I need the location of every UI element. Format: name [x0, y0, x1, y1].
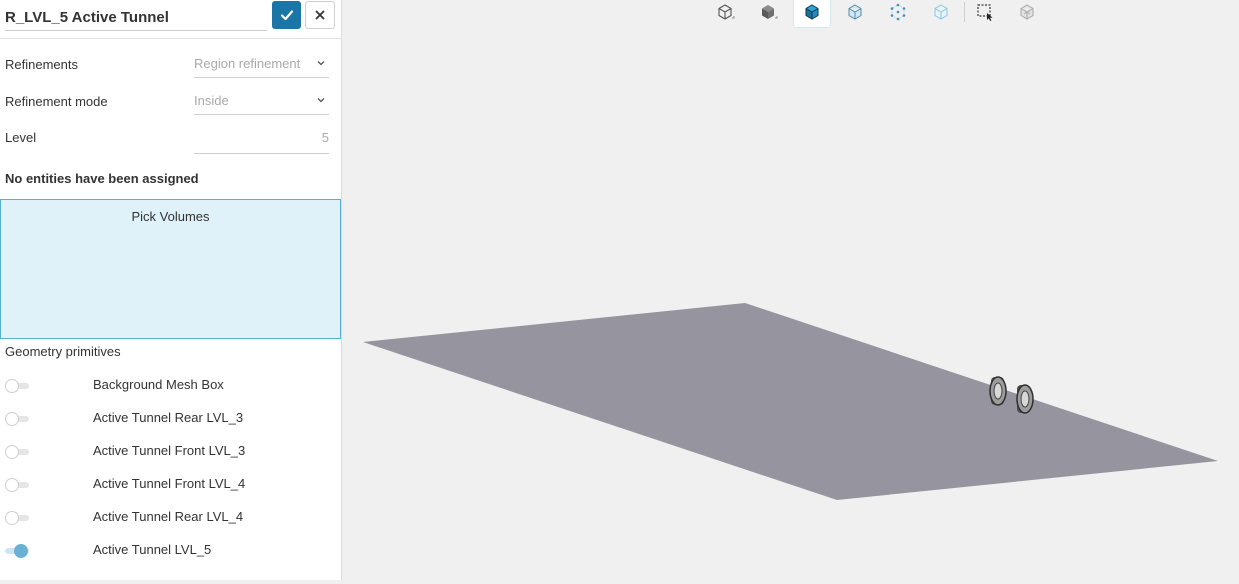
- primitive-toggle[interactable]: [5, 411, 29, 427]
- level-value: 5: [321, 130, 329, 145]
- primitive-row[interactable]: Active Tunnel LVL_5: [0, 538, 341, 564]
- cancel-button[interactable]: [305, 1, 335, 29]
- view-toolbar: [342, 0, 1239, 32]
- refinements-value: Region refinement: [194, 56, 301, 71]
- wheel-right: [1016, 384, 1034, 414]
- primitive-row[interactable]: Active Tunnel Front LVL_3: [0, 439, 341, 465]
- cube-transparent-icon: [848, 4, 862, 20]
- box-select-icon: [977, 4, 993, 21]
- view-mode-button[interactable]: [749, 0, 787, 28]
- primitive-toggle[interactable]: [5, 444, 29, 460]
- view-mode-button[interactable]: [879, 0, 917, 28]
- confirm-button[interactable]: [272, 1, 301, 29]
- cube-solid-icon: [762, 5, 778, 19]
- cube-outline-icon: [718, 4, 735, 20]
- level-input[interactable]: 5: [194, 126, 329, 154]
- refinement-mode-value: Inside: [194, 93, 229, 108]
- ground-plane: [363, 303, 1218, 500]
- refinement-name-input[interactable]: [5, 4, 267, 31]
- refinements-label: Refinements: [5, 57, 78, 72]
- primitive-label: Active Tunnel Rear LVL_4: [93, 509, 244, 524]
- primitive-label: Active Tunnel LVL_5: [93, 542, 212, 557]
- geometry-primitives-heading: Geometry primitives: [5, 344, 121, 359]
- primitive-toggle[interactable]: [5, 543, 29, 559]
- pick-volumes-label: Pick Volumes: [131, 209, 210, 224]
- chevron-down-icon: [317, 98, 325, 103]
- toolbar-divider: [964, 2, 965, 22]
- primitive-label: Background Mesh Box: [93, 377, 224, 392]
- box-select-button[interactable]: [966, 0, 1004, 28]
- refinement-mode-label: Refinement mode: [5, 94, 108, 109]
- view-mode-button[interactable]: [706, 0, 744, 28]
- chevron-down-icon: [317, 61, 325, 66]
- 3d-viewport[interactable]: [342, 0, 1239, 584]
- view-mode-button-active[interactable]: [793, 0, 831, 28]
- primitive-row[interactable]: Background Mesh Box: [0, 373, 341, 399]
- primitive-row[interactable]: Active Tunnel Front LVL_4: [0, 472, 341, 498]
- primitive-toggle[interactable]: [5, 378, 29, 394]
- wheel-left: [989, 376, 1007, 406]
- primitive-row[interactable]: Active Tunnel Rear LVL_3: [0, 406, 341, 432]
- close-icon: [315, 10, 325, 20]
- refinement-panel: Refinements Region refinement Refinement…: [0, 0, 342, 580]
- cube-solid-edges-icon: [805, 4, 819, 20]
- primitive-row[interactable]: Active Tunnel Rear LVL_4: [0, 505, 341, 531]
- no-entities-message: No entities have been assigned: [5, 171, 199, 186]
- primitive-label: Active Tunnel Front LVL_3: [93, 443, 246, 458]
- title-row: [0, 0, 341, 39]
- cube-points-icon: [890, 3, 906, 21]
- viewport-scene[interactable]: [342, 0, 1239, 584]
- primitive-toggle[interactable]: [5, 510, 29, 526]
- refinements-select[interactable]: Region refinement: [194, 51, 329, 78]
- level-label: Level: [5, 130, 37, 145]
- primitive-toggle[interactable]: [5, 477, 29, 493]
- cube-light-icon: [934, 4, 948, 20]
- checkmark-icon: [280, 10, 293, 21]
- view-mode-button[interactable]: [836, 0, 874, 28]
- hide-selection-icon: [1020, 4, 1034, 20]
- primitive-label: Active Tunnel Front LVL_4: [93, 476, 246, 491]
- hide-selection-button[interactable]: [1008, 0, 1046, 28]
- primitive-label: Active Tunnel Rear LVL_3: [93, 410, 244, 425]
- pick-volumes-box[interactable]: Pick Volumes: [0, 199, 341, 339]
- view-mode-button[interactable]: [922, 0, 960, 28]
- refinement-mode-select[interactable]: Inside: [194, 88, 329, 115]
